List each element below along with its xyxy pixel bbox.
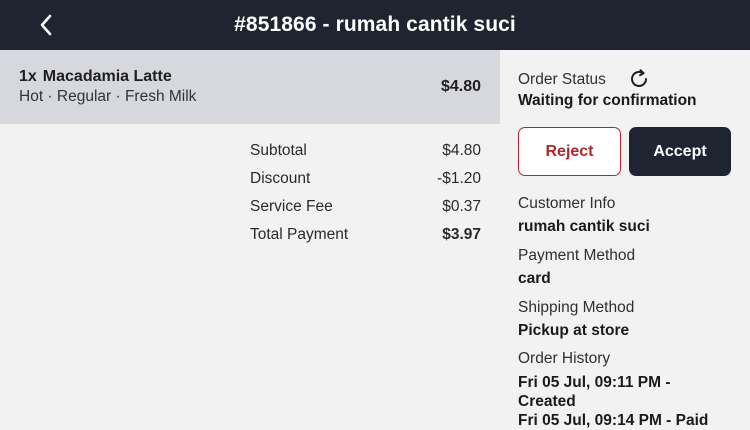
- summary-value: $0.37: [442, 198, 481, 215]
- order-history-label: Order History: [518, 350, 611, 367]
- summary-value: -$1.20: [437, 170, 481, 187]
- item-name: Macadamia Latte: [42, 68, 172, 85]
- summary-label: Total Payment: [250, 226, 349, 243]
- order-history-list: Fri 05 Jul, 09:11 PM - Created Fri 05 Ju…: [518, 373, 732, 430]
- top-app-bar: #851866 - rumah cantik suci: [0, 0, 750, 50]
- summary-label: Service Fee: [250, 198, 333, 215]
- page-title: #851866 - rumah cantik suci: [234, 13, 516, 36]
- order-status-label: Order Status: [518, 71, 606, 88]
- item-quantity: 1x: [19, 68, 37, 85]
- summary-value: $4.80: [442, 142, 481, 159]
- history-entry: Fri 05 Jul, 09:14 PM - Paid: [518, 412, 709, 429]
- summary-label: Subtotal: [250, 142, 307, 159]
- customer-info-label: Customer Info: [518, 195, 616, 212]
- summary-value: $3.97: [442, 226, 481, 243]
- order-info-panel: Order Status Waiting for confirmation Re…: [500, 50, 750, 429]
- item-options: Hot · Regular · Fresh Milk: [19, 88, 197, 105]
- summary-row-service-fee: Service Fee $0.37: [250, 198, 481, 226]
- summary-row-discount: Discount -$1.20: [250, 170, 481, 198]
- payment-summary: Subtotal $4.80 Discount -$1.20 Service F…: [250, 142, 481, 254]
- refresh-icon: [631, 69, 647, 87]
- accept-button[interactable]: Accept: [629, 127, 731, 176]
- refresh-button[interactable]: [628, 68, 650, 90]
- reject-button[interactable]: Reject: [518, 127, 621, 176]
- shipping-method-value: Pickup at store: [518, 322, 630, 339]
- payment-method-label: Payment Method: [518, 247, 636, 264]
- order-item-row[interactable]: 1x Macadamia Latte Hot · Regular · Fresh …: [0, 50, 500, 124]
- history-entry: Fri 05 Jul, 09:11 PM - Created: [518, 374, 671, 410]
- summary-row-total: Total Payment $3.97: [250, 226, 481, 254]
- order-status-value: Waiting for confirmation: [518, 92, 697, 109]
- item-title: 1x Macadamia Latte: [19, 68, 172, 86]
- shipping-method-label: Shipping Method: [518, 299, 635, 316]
- customer-info-value: rumah cantik suci: [518, 218, 650, 235]
- item-price: $4.80: [440, 78, 481, 95]
- summary-label: Discount: [250, 170, 311, 187]
- order-details-panel: 1x Macadamia Latte Hot · Regular · Fresh …: [0, 50, 500, 422]
- payment-method-value: card: [518, 270, 551, 287]
- summary-row-subtotal: Subtotal $4.80: [250, 142, 481, 170]
